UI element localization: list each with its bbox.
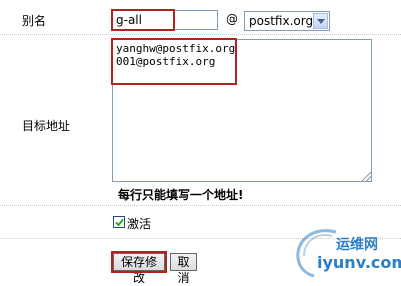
row-divider <box>0 205 401 206</box>
target-label: 目标地址 <box>22 119 71 133</box>
watermark-site: iyunv.com <box>317 253 401 272</box>
resize-grip-icon[interactable] <box>362 172 371 181</box>
address-hint: 每行只能填写一个地址! <box>118 188 244 202</box>
save-button[interactable]: 保存修改 <box>113 253 165 285</box>
watermark-name: 运维网 <box>336 237 378 253</box>
cancel-button[interactable]: 取消 <box>170 253 197 285</box>
alias-input[interactable] <box>112 10 218 30</box>
alias-label: 别名 <box>22 14 47 28</box>
row-divider <box>0 34 401 35</box>
chevron-down-icon[interactable] <box>313 13 328 29</box>
at-sign: @ <box>226 12 238 26</box>
domain-select[interactable]: postfix.org <box>244 11 330 31</box>
address-textarea[interactable]: yanghw@postfix.org 001@postfix.org <box>112 39 372 182</box>
domain-select-value: postfix.org <box>249 14 314 28</box>
activate-label: 激活 <box>127 217 152 231</box>
checkmark-icon <box>115 218 124 227</box>
activate-checkbox[interactable] <box>113 216 125 228</box>
